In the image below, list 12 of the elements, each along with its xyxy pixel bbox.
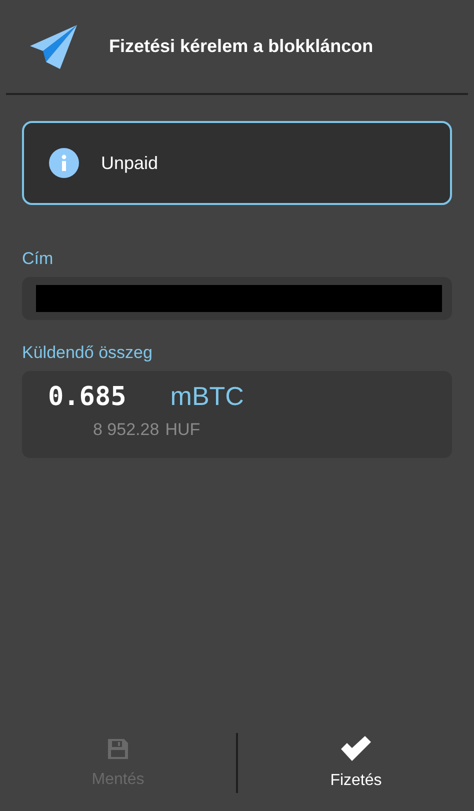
check-icon (339, 736, 373, 762)
fiat-unit: HUF (165, 420, 200, 440)
info-icon (49, 148, 79, 178)
field-label: Cím (22, 249, 54, 269)
paper-plane-icon (30, 24, 78, 70)
header-title: Fizetési kérelem a blokkláncon (109, 36, 374, 57)
amount-unit: mBTC (170, 381, 244, 412)
status-text: Unpaid (101, 152, 158, 174)
pay-button[interactable]: Fizetés (238, 736, 474, 790)
field-label: Küldendő összeg (22, 343, 154, 363)
fiat-value: 8 952.28 (93, 420, 160, 440)
amount-value: 0.685 (48, 382, 126, 412)
